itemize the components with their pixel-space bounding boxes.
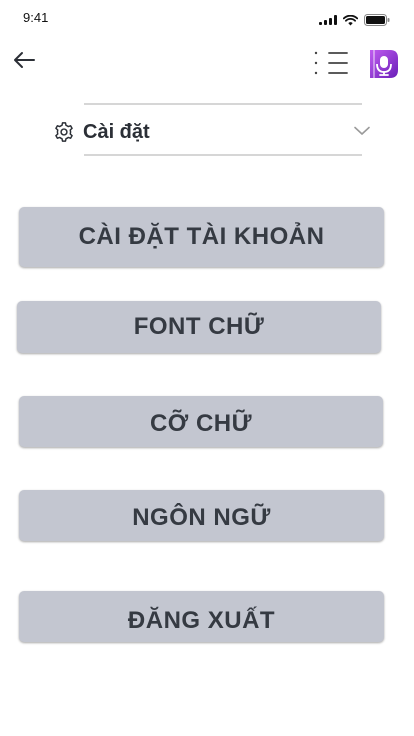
status-bar: 9:41: [0, 0, 414, 36]
cellular-signal-icon: [319, 15, 337, 25]
account-settings-label: CÀI ĐẶT TÀI KHOẢN: [78, 223, 325, 250]
battery-icon: [364, 14, 390, 26]
chevron-down-icon: [354, 123, 370, 141]
logout-button[interactable]: ĐĂNG XUẤT: [19, 591, 384, 642]
dropdown-divider-bottom: [84, 154, 362, 156]
account-settings-button[interactable]: CÀI ĐẶT TÀI KHOẢN: [19, 207, 384, 267]
app-logo[interactable]: [366, 46, 402, 82]
status-time: 9:41: [23, 10, 49, 25]
menu-button[interactable]: [311, 49, 351, 79]
gear-icon: [52, 120, 76, 144]
wifi-icon: [343, 14, 358, 25]
language-label: NGÔN NGỮ: [132, 503, 271, 531]
font-size-label: CỠ CHỮ: [149, 409, 253, 437]
font-size-button[interactable]: CỠ CHỮ: [19, 396, 383, 447]
font-button[interactable]: FONT CHỮ: [17, 301, 381, 353]
settings-label: Cài đặt: [83, 120, 150, 143]
settings-dropdown[interactable]: Cài đặt: [52, 113, 372, 151]
font-label: FONT CHỮ: [133, 313, 265, 340]
dropdown-divider-top: [84, 103, 362, 105]
list-menu-icon: [314, 51, 348, 75]
status-icons: [319, 14, 390, 26]
app-logo-icon: [370, 50, 398, 78]
arrow-left-icon: [14, 52, 35, 68]
back-button[interactable]: [10, 46, 38, 74]
logout-label: ĐĂNG XUẤT: [127, 606, 276, 634]
language-button[interactable]: NGÔN NGỮ: [19, 490, 384, 541]
